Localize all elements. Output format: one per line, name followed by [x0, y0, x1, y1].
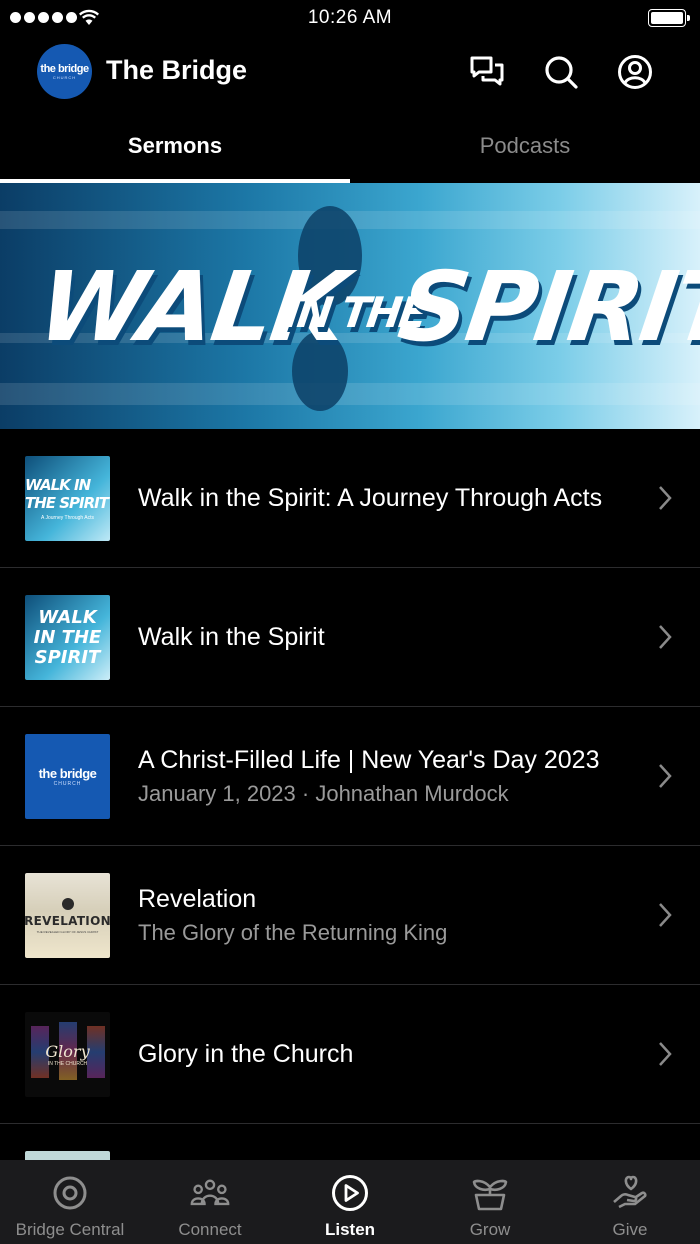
sermon-thumbnail: REVELATION THE REVEALED GLORY OF JESUS C… — [25, 873, 110, 958]
banner-word-spirit: SPIRIT — [392, 251, 700, 363]
sermon-title: A Christ-Filled Life | New Year's Day 20… — [138, 745, 600, 774]
sermon-subtitle: January 1, 2023 · Johnathan Murdock — [138, 780, 509, 806]
nav-connect[interactable]: Connect — [140, 1160, 280, 1244]
sermon-thumbnail: WALK IN THE SPIRIT A Journey Through Act… — [25, 456, 110, 541]
app-header: the bridge CHURCH The Bridge — [0, 36, 700, 108]
chevron-right-icon — [659, 486, 672, 510]
thumbnail-text: WALK IN THE SPIRIT — [25, 476, 109, 512]
nav-listen[interactable]: Listen — [280, 1160, 420, 1244]
sermon-subtitle: The Glory of the Returning King — [138, 919, 448, 945]
logo-subtext: CHURCH — [52, 74, 77, 80]
chat-icon — [470, 56, 504, 86]
chat-button[interactable] — [467, 52, 507, 92]
nav-label: Listen — [324, 1220, 376, 1239]
thumbnail-subtext: IN THE CHURCH — [47, 1061, 88, 1067]
sermon-list: WALK IN THE SPIRIT A Journey Through Act… — [0, 429, 700, 1165]
play-circle-icon — [332, 1175, 368, 1211]
nav-give[interactable]: Give — [560, 1160, 700, 1244]
sermon-row[interactable]: Glory IN THE CHURCH Glory in the Church — [0, 985, 700, 1124]
sermon-thumbnail: Glory IN THE CHURCH — [25, 1012, 110, 1097]
chevron-right-icon — [659, 1042, 672, 1066]
nav-bridge-central[interactable]: Bridge Central — [0, 1160, 140, 1244]
nav-label: Bridge Central — [15, 1220, 125, 1239]
thumbnail-subtext: CHURCH — [53, 781, 82, 787]
thumbnail-text: the bridge — [38, 766, 97, 781]
profile-button[interactable] — [615, 52, 655, 92]
chevron-right-icon — [659, 764, 672, 788]
tab-sermons[interactable]: Sermons — [0, 108, 350, 183]
sermon-thumbnail: the bridge CHURCH — [25, 734, 110, 819]
status-time: 10:26 AM — [307, 7, 393, 28]
sermon-row[interactable]: WALK IN THE SPIRIT A Journey Through Act… — [0, 429, 700, 568]
nav-label: Connect — [178, 1220, 242, 1239]
thumbnail-text: WALK IN THE SPIRIT — [33, 606, 102, 668]
battery-icon — [648, 9, 690, 27]
thumbnail-subtext: A Journey Through Acts — [41, 515, 94, 521]
tab-podcasts[interactable]: Podcasts — [350, 108, 700, 183]
user-circle-icon — [618, 55, 652, 89]
sermon-title: Glory in the Church — [138, 1039, 354, 1068]
nav-label: Give — [612, 1220, 648, 1239]
thumbnail-text: REVELATION — [25, 913, 110, 928]
sermon-title: Revelation — [138, 884, 257, 913]
search-icon — [545, 56, 578, 89]
heart-hand-icon — [613, 1175, 647, 1209]
sermon-row-partial[interactable] — [0, 1124, 700, 1165]
thumbnail-subtext: THE REVEALED GLORY OF JESUS CHRIST — [36, 929, 99, 934]
search-button[interactable] — [541, 52, 581, 92]
app-title: The Bridge — [106, 55, 248, 85]
sprout-icon — [472, 1179, 508, 1211]
tab-bar: Sermons Podcasts — [0, 108, 700, 183]
thumbnail-text: Glory — [45, 1042, 90, 1061]
sermon-title: Walk in the Spirit: A Journey Through Ac… — [138, 483, 603, 512]
chevron-right-icon — [659, 903, 672, 927]
featured-banner[interactable]: WALK IN THE SPIRIT — [0, 183, 700, 429]
chevron-right-icon — [659, 625, 672, 649]
sermon-row[interactable]: the bridge CHURCH A Christ-Filled Life |… — [0, 707, 700, 846]
nav-label: Grow — [469, 1220, 511, 1239]
sermon-row[interactable]: WALK IN THE SPIRIT Walk in the Spirit — [0, 568, 700, 707]
sermon-thumbnail: WALK IN THE SPIRIT — [25, 595, 110, 680]
sermon-title: Walk in the Spirit — [138, 622, 325, 651]
status-bar: 10:26 AM — [0, 0, 700, 36]
target-icon — [53, 1176, 87, 1210]
sermon-row[interactable]: REVELATION THE REVEALED GLORY OF JESUS C… — [0, 846, 700, 985]
nav-grow[interactable]: Grow — [420, 1160, 560, 1244]
people-icon — [190, 1179, 230, 1206]
church-logo[interactable]: the bridge CHURCH — [37, 44, 92, 99]
logo-text: the bridge — [40, 62, 89, 75]
bottom-nav: Bridge Central Connect Listen Grow Give — [0, 1160, 700, 1244]
crown-icon — [61, 897, 74, 910]
